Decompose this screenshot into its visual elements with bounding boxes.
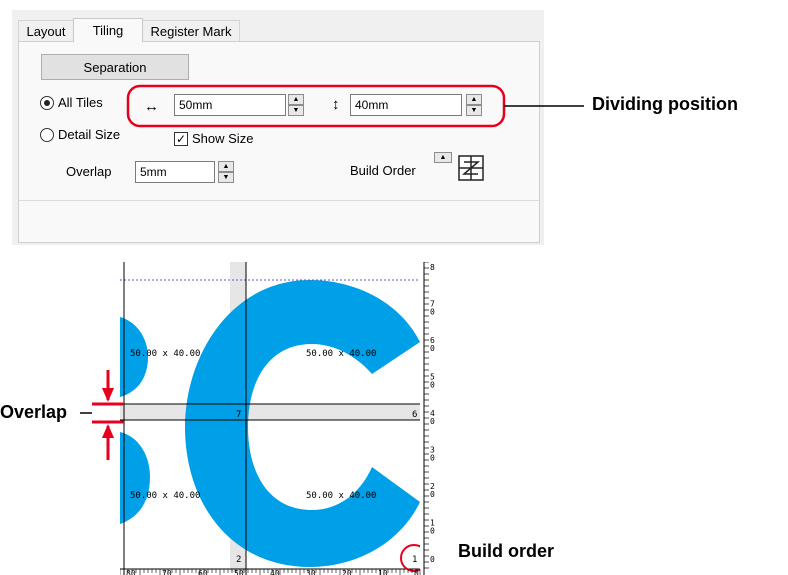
tile-size-label: 50.00 x 40.00 — [306, 491, 376, 501]
ruler-x-label: 30 — [306, 569, 316, 575]
ruler-y-label: 0 — [430, 555, 435, 564]
ruler-y-label: 0 — [430, 344, 435, 353]
ruler-y-label: 8 — [430, 263, 435, 272]
ruler-x-label: 60 — [198, 569, 208, 575]
tile-number: 6 — [412, 410, 417, 420]
horizontal-overlap-band — [120, 404, 420, 420]
tile-size-label: 50.00 x 40.00 — [130, 349, 200, 359]
tile-number: 2 — [236, 555, 241, 565]
ruler-x-label: 20 — [342, 569, 352, 575]
build-order-callout: Build order — [458, 541, 555, 561]
tile-number: 1 — [412, 555, 417, 565]
ruler-x-label: 50 — [234, 569, 244, 575]
ruler-y-label: 0 — [430, 527, 435, 536]
dividing-position-callout: Dividing position — [592, 94, 738, 114]
ruler-y-label: 0 — [430, 308, 435, 317]
tab-tiling[interactable]: Tiling — [73, 18, 143, 42]
ruler-x-label: 40 — [270, 569, 280, 575]
ruler-x-label: 80 — [126, 569, 136, 575]
ruler-y-label: 0 — [430, 490, 435, 499]
dividing-position-highlight — [126, 84, 506, 128]
ruler-x-label: 0 — [414, 569, 419, 575]
ruler-y-label: 0 — [430, 381, 435, 390]
tile-number: 7 — [236, 410, 241, 420]
overlap-annotation — [80, 370, 124, 460]
overlap-callout: Overlap — [0, 402, 68, 422]
ruler-y-label: 0 — [430, 454, 435, 463]
tile-size-label: 50.00 x 40.00 — [130, 491, 200, 501]
vertical-ruler: 8706050403020100 — [420, 262, 440, 575]
ruler-x-label: 70 — [162, 569, 172, 575]
ruler-x-label: 10 — [378, 569, 388, 575]
tile-size-label: 50.00 x 40.00 — [306, 349, 376, 359]
ruler-y-label: 0 — [430, 417, 435, 426]
tiling-preview: 50.00 x 40.00 50.00 x 40.00 50.00 x 40.0… — [120, 262, 440, 575]
